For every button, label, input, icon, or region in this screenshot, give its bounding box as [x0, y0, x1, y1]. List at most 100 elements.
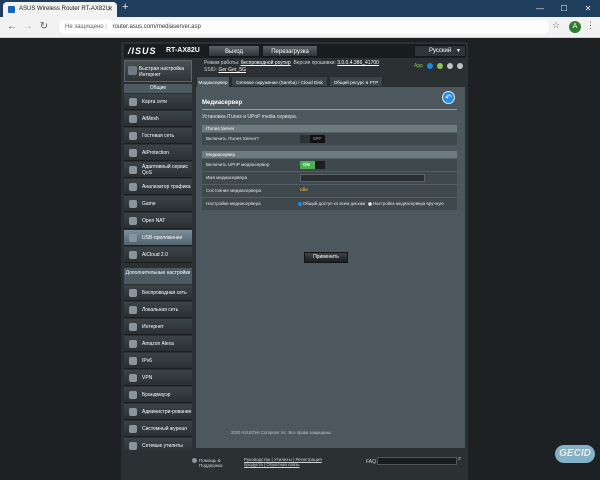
- itunes-row: Включить iTunes Server? OFF: [202, 132, 457, 145]
- sidebar-item-network-map[interactable]: Карта сети: [124, 94, 192, 110]
- sidebar-item-label: Open NAT: [142, 217, 166, 224]
- browser-tab[interactable]: ASUS Wireless Router RT-AX82U ✕: [3, 2, 117, 17]
- radio-manual-setup[interactable]: Настройка медиасервера вручную: [368, 201, 444, 206]
- browser-menu-icon[interactable]: ⋮: [586, 20, 595, 31]
- tab-samba-cloud-disk[interactable]: Сетевое окружение (Samba) / Cloud Disk: [231, 76, 328, 87]
- sidebar-item-usb-application[interactable]: USB-приложение: [124, 230, 192, 246]
- qos-icon: [129, 166, 137, 174]
- wizard-icon: [128, 66, 137, 75]
- help-icon: [192, 458, 197, 463]
- minimize-icon[interactable]: —: [528, 0, 552, 17]
- general-section-header: Общие: [124, 84, 192, 93]
- itunes-server-group: iTunes Server Включить iTunes Server? OF…: [202, 125, 457, 145]
- media-server-name-input[interactable]: [300, 174, 425, 182]
- shield-icon: [129, 149, 137, 157]
- sidebar-item-ipv6[interactable]: IPv6: [124, 353, 192, 369]
- status-icon-aimesh[interactable]: [427, 63, 433, 69]
- sidebar-item-label: Сетевые утилиты: [142, 442, 183, 449]
- help-support-link[interactable]: Помощь & Поддержка: [199, 458, 239, 468]
- sidebar-item-aicloud[interactable]: AiCloud 2.0: [124, 247, 192, 263]
- sidebar-item-aimesh[interactable]: AiMesh: [124, 111, 192, 127]
- tab-media-server[interactable]: Медиасервер: [196, 76, 230, 87]
- sidebar-item-wireless[interactable]: Беспроводная сеть: [124, 285, 192, 301]
- language-select[interactable]: Русский ▼: [414, 45, 466, 57]
- radio-selected-icon: [298, 202, 302, 206]
- sidebar-item-administration[interactable]: Администри-рование: [124, 404, 192, 420]
- sidebar-item-label: Гостевая сеть: [142, 132, 175, 139]
- chevron-down-icon: ▼: [456, 48, 461, 54]
- traffic-analyzer-icon: [129, 183, 137, 191]
- watermark-logo: GECID: [555, 445, 595, 463]
- sidebar-item-wan[interactable]: Интернет: [124, 319, 192, 335]
- app-label[interactable]: App: [414, 63, 423, 69]
- firewall-icon: [129, 391, 137, 399]
- sidebar-item-traffic-analyzer[interactable]: Анализатор трафика: [124, 179, 192, 195]
- operation-mode-link[interactable]: беспроводной роутер: [241, 60, 291, 66]
- back-arrow-icon[interactable]: ↶: [442, 91, 455, 104]
- itunes-toggle[interactable]: OFF: [300, 135, 325, 143]
- sidebar-item-guest-network[interactable]: Гостевая сеть: [124, 128, 192, 144]
- new-tab-icon[interactable]: +: [122, 1, 128, 13]
- browser-tab-title: ASUS Wireless Router RT-AX82U: [19, 6, 110, 12]
- reload-icon[interactable]: ↻: [36, 19, 52, 35]
- sidebar-item-label: Карта сети: [142, 98, 167, 105]
- sidebar-item-alexa[interactable]: Amazon Alexa: [124, 336, 192, 352]
- logout-button[interactable]: Выход: [208, 45, 260, 57]
- sidebar-item-label: Системный журнал: [142, 425, 187, 432]
- status-icon-internet[interactable]: [437, 63, 443, 69]
- media-status-label: Состояние медиасервера: [206, 188, 262, 193]
- itunes-group-header: iTunes Server: [202, 125, 457, 132]
- url-field[interactable]: Не защищено | router.asus.com/mediaserve…: [59, 20, 549, 34]
- status-icon-wifi[interactable]: [457, 63, 463, 69]
- ssid-label: SSID:: [204, 67, 218, 73]
- radio-share-all-disks[interactable]: Общий доступ ко всем дискам: [298, 201, 365, 206]
- sidebar-item-open-nat[interactable]: Open NAT: [124, 213, 192, 229]
- open-nat-icon: [129, 217, 137, 225]
- sidebar-item-firewall[interactable]: Брандмауэр: [124, 387, 192, 403]
- sidebar-item-lan[interactable]: Локальная сеть: [124, 302, 192, 318]
- maximize-icon[interactable]: ☐: [552, 0, 576, 17]
- tab-ftp-share[interactable]: Общий ресурс в FTP: [329, 76, 383, 87]
- sidebar-item-qos[interactable]: Адаптивный сервис QoS: [124, 162, 192, 178]
- apply-button[interactable]: Применить: [304, 252, 348, 263]
- usb-app-tabs: Медиасервер Сетевое окружение (Samba) / …: [196, 76, 465, 87]
- upnp-toggle[interactable]: ON: [300, 161, 325, 169]
- forward-icon[interactable]: →: [20, 19, 36, 35]
- footer-links-line2[interactable]: продукта | Обратная связь: [244, 462, 300, 467]
- sidebar-item-label: AiProtection: [142, 149, 169, 156]
- sidebar-item-vpn[interactable]: VPN: [124, 370, 192, 386]
- url-text: router.asus.com/mediaserver.asp: [112, 24, 201, 30]
- asus-logo: /ISUS: [128, 46, 157, 56]
- quick-internet-setup-button[interactable]: Быстрая настройка Интернет: [124, 60, 192, 82]
- globe-icon: [129, 323, 137, 331]
- media-group-header: Медиасервер: [202, 151, 457, 158]
- sidebar-item-label: Интернет: [142, 323, 164, 330]
- status-icon-usb[interactable]: [447, 63, 453, 69]
- faq-search-input[interactable]: [377, 457, 457, 465]
- upnp-label: Включить UPnP медиасервер: [206, 162, 270, 167]
- window-close-icon[interactable]: ✕: [576, 0, 600, 17]
- sidebar-item-label: Адаптивный сервис QoS: [142, 163, 189, 176]
- router-info-text: Режим работы: беспроводной роутер Версия…: [204, 60, 379, 74]
- sidebar-item-system-log[interactable]: Системный журнал: [124, 421, 192, 437]
- search-icon[interactable]: ⌕: [458, 456, 461, 463]
- sidebar-item-game[interactable]: Game: [124, 196, 192, 212]
- profile-avatar[interactable]: A: [569, 21, 581, 33]
- back-icon[interactable]: ←: [4, 19, 20, 35]
- copyright-text: 2020 ASUSTeK Computer Inc. Все права защ…: [231, 430, 332, 435]
- tab-close-icon[interactable]: ✕: [107, 2, 113, 17]
- network-map-icon: [129, 98, 137, 106]
- administration-icon: [129, 408, 137, 416]
- firmware-version-link[interactable]: 3.0.0.4.386_41700: [337, 60, 379, 66]
- not-secure-label[interactable]: Не защищено: [65, 24, 104, 30]
- media-name-row: Имя медиасервера: [202, 171, 457, 184]
- toggle-state: ON: [303, 162, 310, 167]
- bookmark-star-icon[interactable]: ☆: [552, 20, 560, 31]
- advanced-section-header: Дополнительные настройки: [124, 268, 192, 284]
- reboot-button[interactable]: Перезагрузка: [262, 45, 318, 57]
- toggle-state: OFF: [313, 136, 322, 141]
- upnp-row: Включить UPnP медиасервер ON: [202, 158, 457, 171]
- sidebar-item-aiprotection[interactable]: AiProtection: [124, 145, 192, 161]
- sidebar-item-label: USB-приложение: [142, 234, 183, 241]
- firmware-label: Версия прошивки:: [293, 60, 336, 66]
